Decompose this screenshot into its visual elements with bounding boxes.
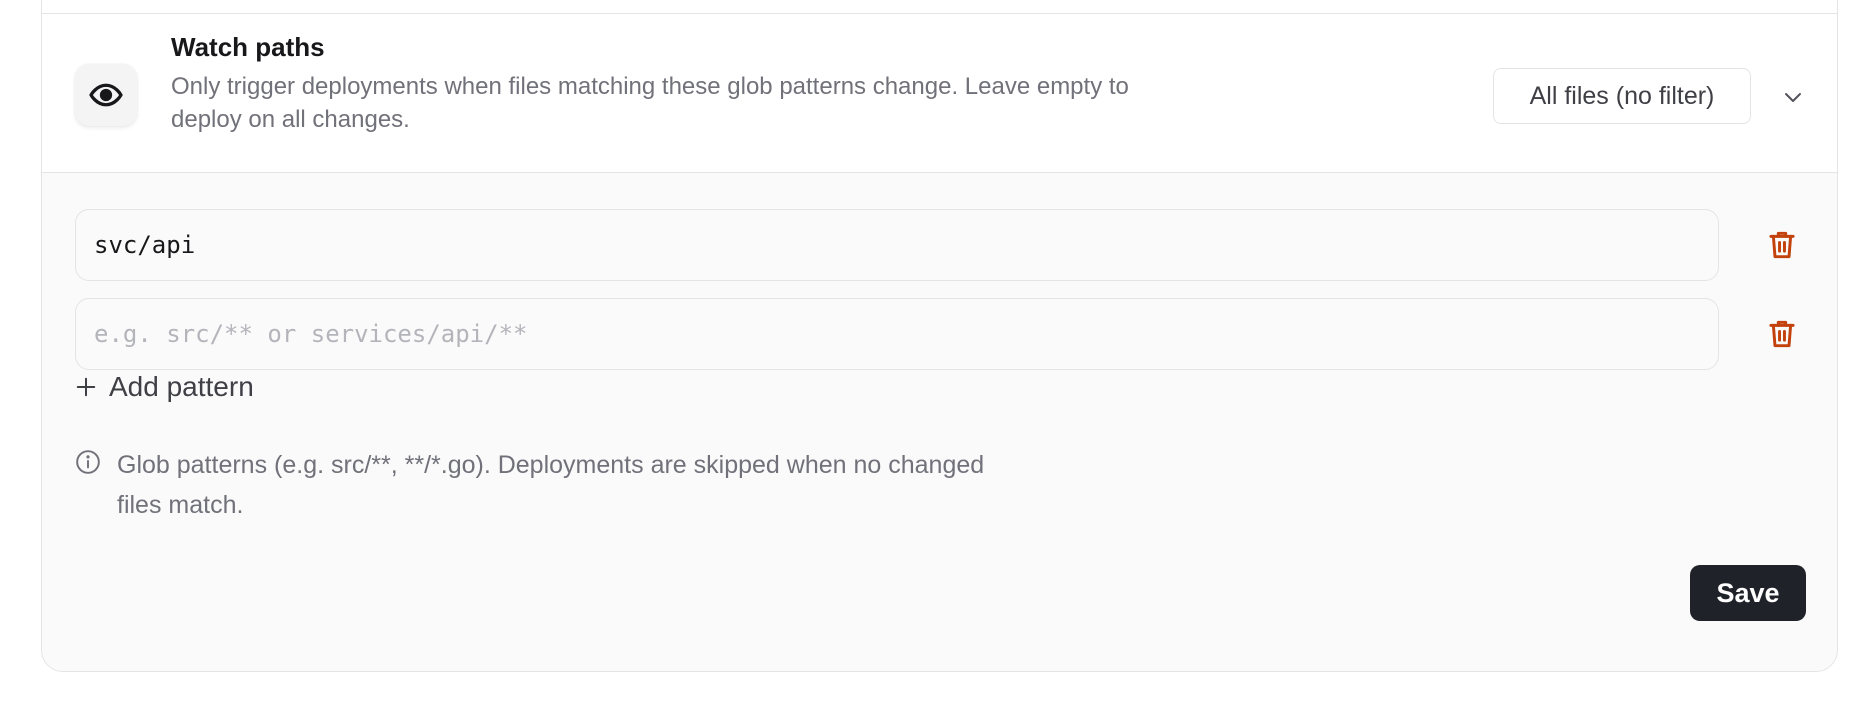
watch-paths-card: Watch paths Only trigger deployments whe…: [41, 0, 1838, 672]
plus-icon: [76, 377, 96, 397]
eye-icon: [89, 83, 123, 107]
section-description: Only trigger deployments when files matc…: [171, 73, 1129, 133]
patterns-panel: Add pattern Glob patterns (e.g. src/**, …: [42, 173, 1837, 671]
info-icon: [76, 450, 100, 474]
chevron-down-icon[interactable]: [1780, 84, 1806, 110]
watch-filter-select[interactable]: All files (no filter): [1493, 68, 1751, 124]
trash-icon: [1769, 231, 1795, 259]
delete-pattern-button[interactable]: [1760, 312, 1804, 356]
add-pattern-label: Add pattern: [109, 371, 254, 402]
trash-icon: [1769, 320, 1795, 348]
add-pattern-button[interactable]: Add pattern: [75, 371, 254, 403]
eye-icon-tile: [75, 64, 137, 126]
hint-text: Glob patterns (e.g. src/**, **/*.go). De…: [117, 451, 985, 519]
delete-pattern-button[interactable]: [1760, 223, 1804, 267]
pattern-input[interactable]: [75, 298, 1719, 370]
section-title: Watch paths: [171, 32, 325, 62]
save-button[interactable]: Save: [1690, 565, 1806, 621]
pattern-input[interactable]: [75, 209, 1719, 281]
watch-paths-header: Watch paths Only trigger deployments whe…: [42, 14, 1837, 173]
